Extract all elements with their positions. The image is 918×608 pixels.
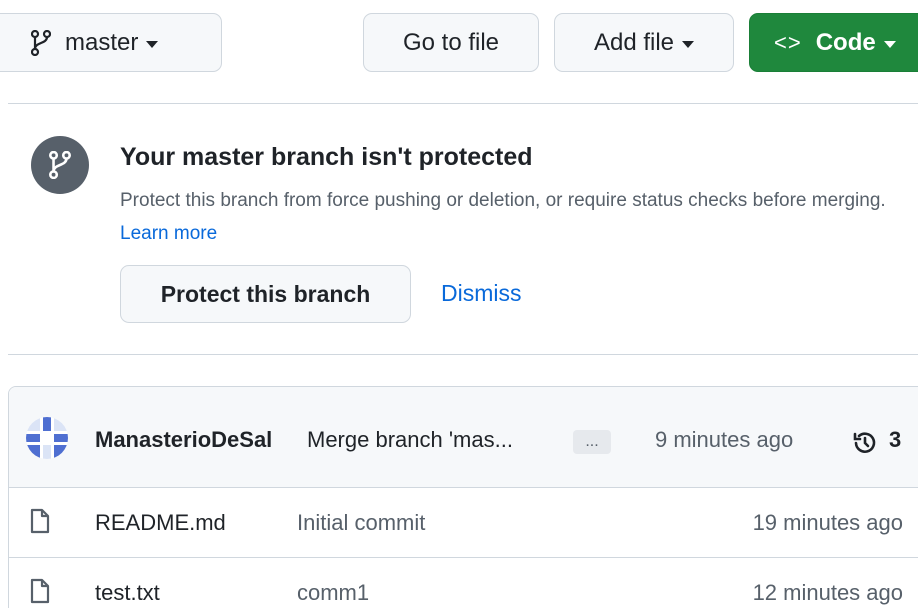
protect-branch-button[interactable]: Protect this branch [120,265,411,323]
banner-description-text: Protect this branch from force pushing o… [120,190,886,211]
file-name-link[interactable]: test.txt [95,580,160,606]
file-commit-link[interactable]: Initial commit [297,510,425,536]
expand-commit-button[interactable]: ... [573,430,611,454]
chevron-down-icon [682,40,695,48]
divider [8,354,918,355]
code-button[interactable]: <> Code [749,13,918,72]
avatar[interactable] [26,417,68,459]
branch-label: master [65,28,139,56]
go-to-file-label: Go to file [402,28,500,56]
learn-more-link[interactable]: Learn more [120,223,217,244]
file-time: 12 minutes ago [752,580,903,605]
chevron-down-icon [146,40,159,48]
go-to-file-button[interactable]: Go to file [363,13,539,72]
code-icon: <> [774,29,802,55]
commit-message-link[interactable]: Merge branch 'mas... [307,427,513,453]
add-file-button[interactable]: Add file [554,13,734,72]
dismiss-link[interactable]: Dismiss [441,280,522,307]
banner-title: Your master branch isn't protected [120,143,533,171]
history-icon[interactable] [851,429,879,457]
commit-time: 9 minutes ago [655,427,794,452]
file-list: ManasterioDeSal Merge branch 'mas... ...… [8,386,918,608]
file-commit-link[interactable]: comm1 [297,580,369,606]
protect-branch-label: Protect this branch [160,280,371,307]
latest-commit-row: ManasterioDeSal Merge branch 'mas... ...… [9,387,918,488]
git-branch-icon [31,29,51,56]
code-label: Code [815,28,876,56]
table-row[interactable]: README.md Initial commit 19 minutes ago [9,488,918,558]
divider [8,103,918,104]
chevron-down-icon [883,40,896,48]
add-file-label: Add file [593,28,675,56]
history-count[interactable]: 3 [889,427,901,453]
file-icon [29,578,51,604]
branch-select-button[interactable]: master [0,13,222,72]
commit-author-link[interactable]: ManasterioDeSal [95,427,272,453]
banner-description: Protect this branch from force pushing o… [120,184,890,250]
table-row[interactable]: test.txt comm1 12 minutes ago [9,558,918,608]
git-branch-icon [31,136,89,194]
file-time: 19 minutes ago [752,510,903,535]
file-icon [29,508,51,534]
file-name-link[interactable]: README.md [95,510,226,536]
